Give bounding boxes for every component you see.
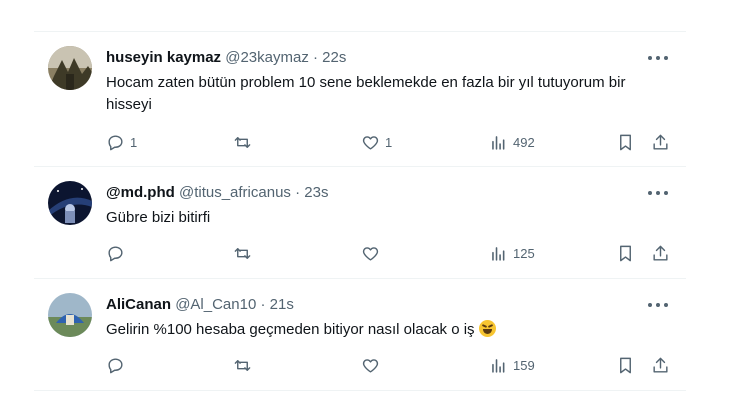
more-dots-icon[interactable] [648, 299, 668, 311]
share-icon [653, 245, 668, 261]
separator-dot: · [313, 49, 318, 66]
avatar[interactable] [48, 293, 92, 337]
timestamp[interactable]: 23s [304, 184, 328, 201]
separator-dot: · [295, 184, 301, 201]
tweet-text: Gübre bizi bitirfi [106, 209, 211, 226]
share-button[interactable] [651, 131, 670, 153]
share-icon [653, 357, 668, 373]
retweet-icon [234, 136, 251, 148]
rolling-on-floor-laughing-emoji-icon [478, 320, 496, 337]
tweet-header: AliCanan @Al_Can10 · 21s [106, 295, 294, 315]
reply-button[interactable]: 1 [106, 131, 137, 153]
timestamp[interactable]: 22s [322, 49, 346, 66]
tweet-divider [34, 166, 686, 167]
retweet-button[interactable] [233, 242, 257, 264]
more-dots-icon[interactable] [648, 187, 668, 199]
top-divider [34, 31, 686, 32]
tweet-3[interactable]: AliCanan @Al_Can10 · 21s Gelirin %100 he… [34, 293, 686, 383]
share-icon [653, 134, 668, 150]
bookmark-button[interactable] [616, 131, 635, 153]
display-name[interactable]: AliCanan [106, 296, 171, 313]
bookmark-button[interactable] [616, 242, 635, 264]
views-chart-icon [492, 135, 505, 150]
heart-icon [362, 246, 379, 261]
action-bar: 125 [106, 242, 676, 264]
separator-dot: · [260, 296, 266, 313]
like-count: 1 [385, 134, 393, 150]
tweet-text-content: Gelirin %100 hesaba geçmeden bitiyor nas… [106, 321, 475, 338]
retweet-button[interactable] [233, 354, 257, 376]
bookmark-icon [620, 245, 631, 261]
views-chart-icon [492, 246, 505, 261]
views-count: 125 [513, 245, 535, 261]
display-name[interactable]: @md.phd [106, 184, 175, 201]
bookmark-icon [620, 357, 631, 373]
tweet-text: Gelirin %100 hesaba geçmeden bitiyor nas… [106, 319, 666, 341]
reply-count: 1 [130, 134, 138, 150]
heart-icon [362, 358, 379, 373]
action-bar: 1 1 492 [106, 131, 676, 153]
more-dots-icon[interactable] [648, 52, 668, 64]
views-button[interactable]: 159 [489, 354, 535, 376]
action-bar: 159 [106, 354, 676, 376]
tweet-header: @md.phd @titus_africanus · 23s [106, 183, 328, 203]
user-handle[interactable]: @23kaymaz [225, 49, 309, 66]
views-button[interactable]: 125 [489, 242, 535, 264]
avatar[interactable] [48, 181, 92, 225]
user-handle[interactable]: @Al_Can10 [175, 296, 256, 313]
avatar[interactable] [48, 46, 92, 90]
reply-icon [108, 245, 123, 261]
bookmark-button[interactable] [616, 354, 635, 376]
like-button[interactable]: 1 [361, 131, 392, 153]
views-button[interactable]: 492 [489, 131, 535, 153]
tweet-1[interactable]: huseyin kaymaz @23kaymaz · 22s Hocam zat… [34, 46, 686, 156]
share-button[interactable] [651, 354, 670, 376]
views-chart-icon [492, 358, 505, 373]
reply-button[interactable] [106, 354, 130, 376]
retweet-button[interactable] [233, 131, 257, 153]
bookmark-icon [620, 134, 631, 150]
tweet-2[interactable]: @md.phd @titus_africanus · 23s Gübre biz… [34, 181, 686, 271]
share-button[interactable] [651, 242, 670, 264]
like-button[interactable] [361, 354, 385, 376]
reply-icon [108, 357, 123, 373]
tweet-text: Hocam zaten bütün problem 10 sene beklem… [106, 74, 626, 113]
reply-icon [108, 134, 123, 150]
heart-icon [362, 135, 379, 150]
tweet-divider [34, 278, 686, 279]
user-handle[interactable]: @titus_africanus [179, 184, 291, 201]
retweet-icon [234, 359, 251, 371]
reply-button[interactable] [106, 242, 130, 264]
retweet-icon [234, 247, 251, 259]
timestamp[interactable]: 21s [270, 296, 294, 313]
views-count: 159 [513, 357, 535, 373]
views-count: 492 [513, 134, 535, 150]
like-button[interactable] [361, 242, 385, 264]
display-name[interactable]: huseyin kaymaz [106, 49, 221, 66]
tweet-header: huseyin kaymaz @23kaymaz · 22s [106, 48, 346, 68]
bottom-divider [34, 390, 686, 391]
